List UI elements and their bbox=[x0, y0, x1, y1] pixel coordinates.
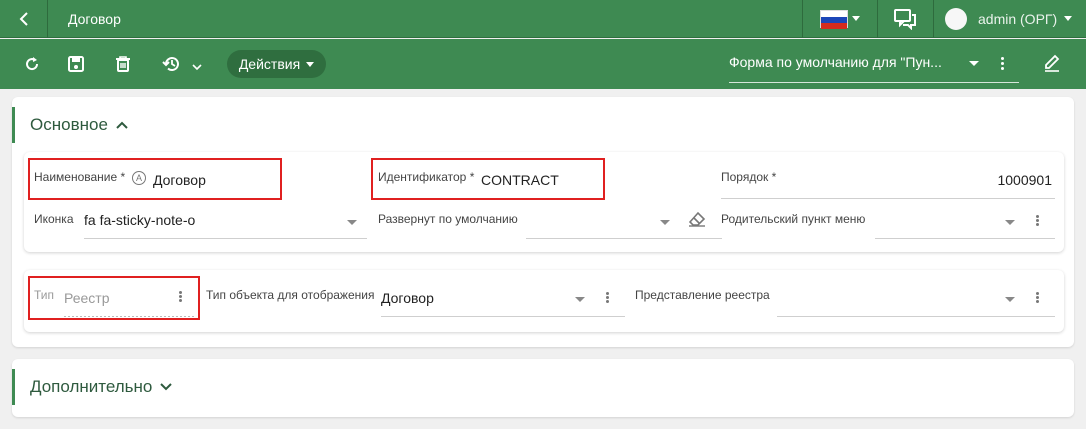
page-title: Договор bbox=[68, 11, 121, 27]
chevron-down-icon bbox=[160, 383, 173, 391]
actions-button[interactable]: Действия bbox=[227, 50, 326, 78]
object-type-field[interactable]: Договор bbox=[381, 290, 434, 306]
caret-down-icon[interactable] bbox=[1005, 297, 1015, 302]
fields-card-type: Тип Реестр Тип объекта для отображения Д… bbox=[24, 270, 1064, 332]
caret-down-icon[interactable] bbox=[575, 297, 585, 302]
icon-underline bbox=[84, 238, 367, 239]
registry-view-label: Представление реестра bbox=[635, 288, 770, 302]
top-bar: Договор admin (ОРГ) bbox=[0, 0, 1086, 38]
divider bbox=[933, 0, 934, 38]
chat-icon[interactable] bbox=[893, 8, 917, 31]
chevron-down-icon[interactable] bbox=[192, 59, 202, 74]
expanded-underline bbox=[526, 238, 722, 239]
user-name[interactable]: admin (ОРГ) bbox=[978, 11, 1057, 27]
divider bbox=[47, 0, 48, 38]
more-vertical-icon[interactable] bbox=[997, 55, 1007, 75]
registry-view-underline bbox=[777, 316, 1055, 317]
parent-menu-label: Родительский пункт меню bbox=[721, 212, 866, 226]
divider bbox=[802, 0, 803, 38]
avatar[interactable] bbox=[945, 8, 967, 30]
fields-card-general: Наименование * A Договор Идентификатор *… bbox=[24, 152, 1064, 252]
chevron-down-icon[interactable] bbox=[852, 16, 860, 21]
caret-down-icon[interactable] bbox=[660, 220, 670, 225]
toolbar: Действия Форма по умолчанию для "Пун... bbox=[0, 39, 1086, 89]
caret-down-icon bbox=[306, 61, 315, 67]
edit-icon[interactable] bbox=[1040, 52, 1064, 76]
icon-label: Иконка bbox=[34, 212, 74, 226]
object-type-label: Тип объекта для отображения bbox=[206, 288, 375, 302]
caret-down-icon[interactable] bbox=[1005, 220, 1015, 225]
save-icon[interactable] bbox=[64, 52, 88, 76]
more-vertical-icon[interactable] bbox=[603, 291, 611, 307]
highlight-box bbox=[371, 158, 605, 200]
chevron-up-icon bbox=[116, 121, 128, 129]
order-underline bbox=[721, 198, 1055, 199]
section-additional-title: Дополнительно bbox=[30, 377, 153, 396]
caret-down-icon[interactable] bbox=[969, 61, 979, 66]
expanded-label: Развернут по умолчанию bbox=[378, 212, 518, 226]
order-label: Порядок * bbox=[721, 170, 777, 184]
highlight-box bbox=[28, 158, 282, 200]
caret-down-icon[interactable] bbox=[347, 220, 357, 225]
divider bbox=[877, 0, 878, 38]
trash-icon[interactable] bbox=[111, 52, 135, 76]
highlight-box bbox=[28, 276, 200, 320]
language-flag-icon[interactable] bbox=[820, 10, 848, 29]
form-select[interactable]: Форма по умолчанию для "Пун... bbox=[729, 47, 1019, 83]
order-field[interactable]: 1000901 bbox=[997, 172, 1052, 188]
parent-menu-underline bbox=[875, 238, 1055, 239]
actions-label: Действия bbox=[238, 56, 301, 72]
object-type-underline bbox=[381, 316, 625, 317]
refresh-icon[interactable] bbox=[20, 52, 44, 76]
section-additional: Дополнительно bbox=[12, 359, 1074, 417]
section-main-title: Основное bbox=[30, 115, 108, 134]
more-vertical-icon[interactable] bbox=[1033, 214, 1041, 230]
icon-field[interactable]: fa fa-sticky-note-o bbox=[84, 212, 195, 228]
back-button[interactable] bbox=[14, 9, 34, 29]
section-accent bbox=[12, 369, 15, 405]
section-additional-toggle[interactable]: Дополнительно bbox=[30, 377, 173, 397]
eraser-icon[interactable] bbox=[687, 210, 707, 231]
more-vertical-icon[interactable] bbox=[1033, 291, 1041, 307]
form-select-value: Форма по умолчанию для "Пун... bbox=[729, 54, 942, 70]
chevron-down-icon[interactable] bbox=[1064, 16, 1072, 21]
chevron-left-icon bbox=[19, 12, 28, 26]
section-accent bbox=[12, 107, 15, 143]
history-icon[interactable] bbox=[160, 52, 184, 76]
section-main: Основное Наименование * A Договор Иденти… bbox=[12, 97, 1074, 347]
section-main-toggle[interactable]: Основное bbox=[30, 115, 128, 135]
